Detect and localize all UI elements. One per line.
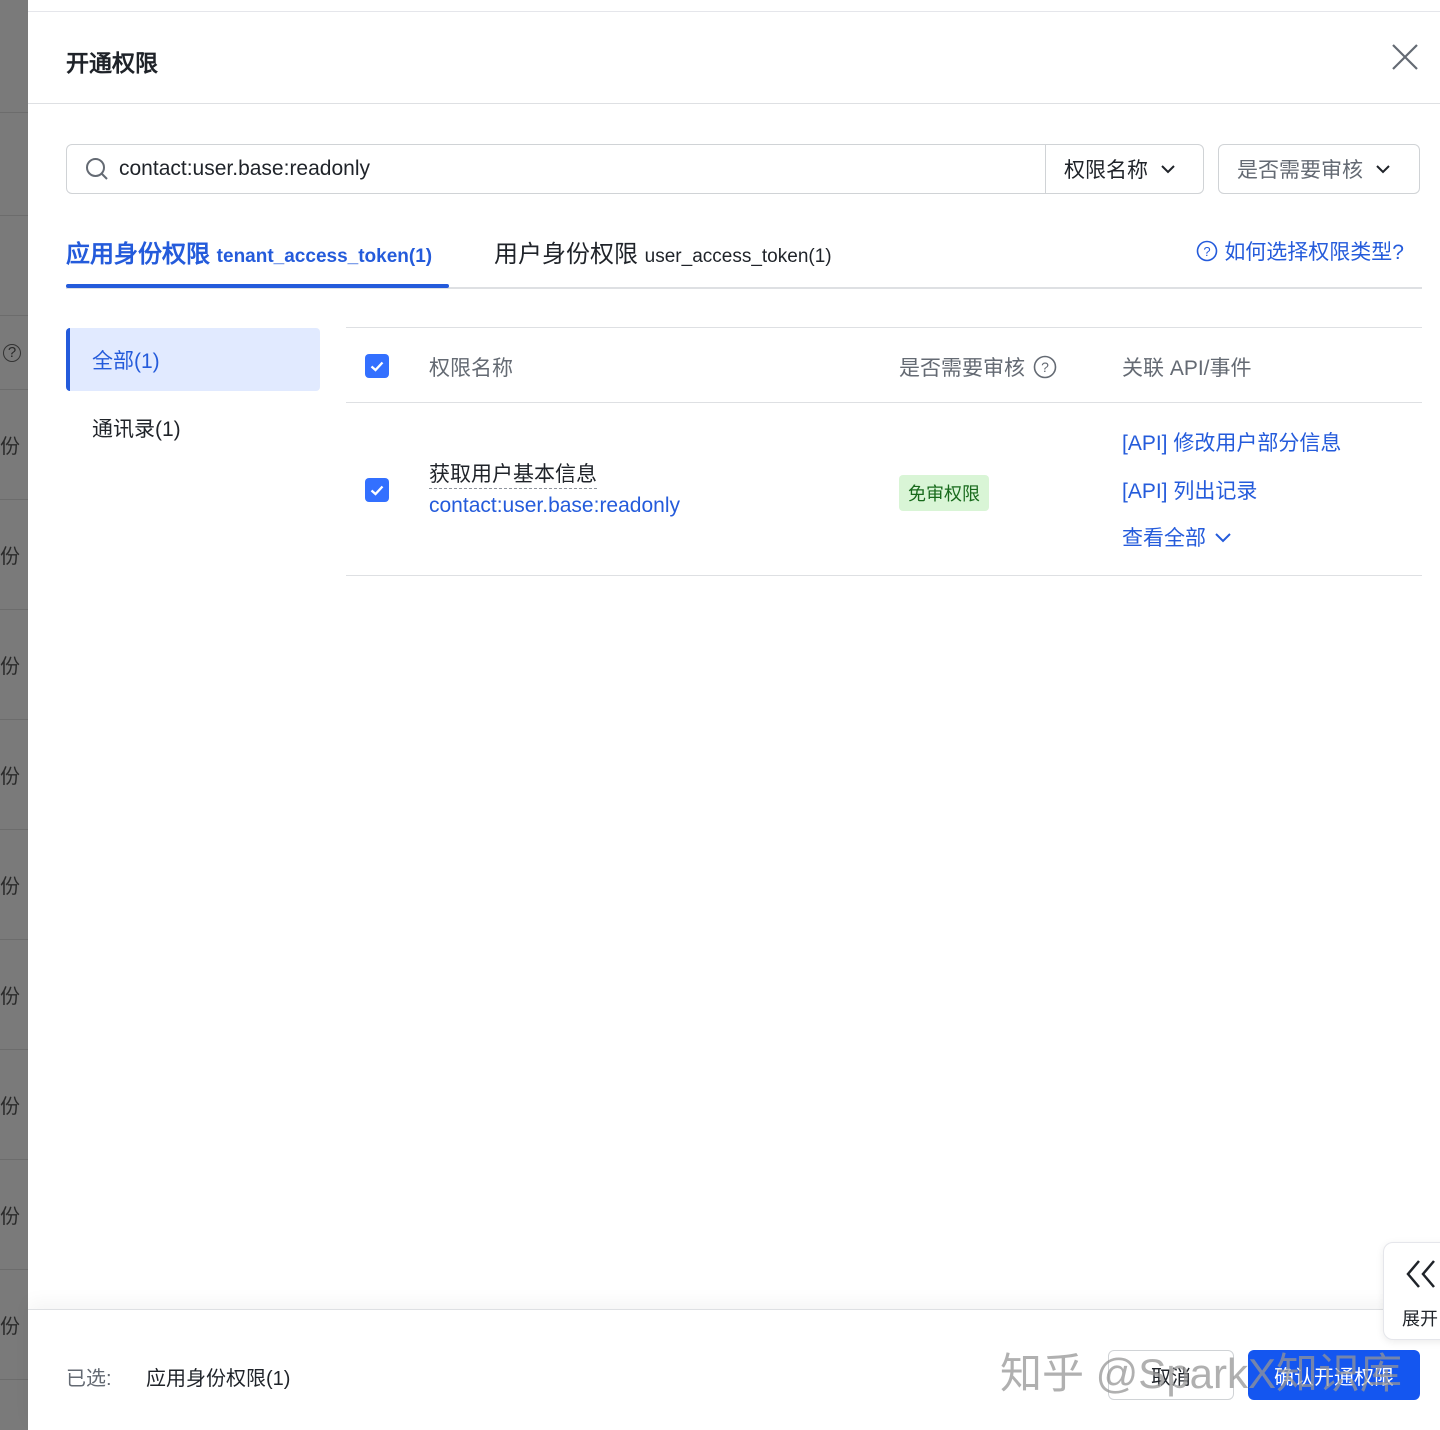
svg-text:?: ?: [1204, 244, 1211, 259]
search-input[interactable]: [119, 146, 1045, 192]
row-text: 份: [0, 656, 20, 678]
background-row: 份: [0, 1050, 28, 1160]
background-row: 份: [0, 830, 28, 940]
sidebar-item-label: 全部(1): [92, 349, 160, 373]
table-row: 获取用户基本信息 contact:user.base:readonly 免审权限…: [346, 403, 1422, 576]
tab-label: 应用身份权限: [66, 241, 210, 268]
view-all-label: 查看全部: [1122, 527, 1206, 550]
help-link[interactable]: ? 如何选择权限类型?: [1196, 236, 1404, 266]
background-row: 份: [0, 610, 28, 720]
view-all-link[interactable]: 查看全部: [1122, 522, 1232, 552]
api-link[interactable]: [API] 修改用户部分信息: [1122, 427, 1341, 457]
permission-type-tabs: 应用身份权限 tenant_access_token(1) 用户身份权限 use…: [66, 234, 1422, 289]
svg-text:?: ?: [1041, 359, 1049, 375]
sidebar-item-contacts[interactable]: 通讯录(1): [66, 396, 320, 459]
cancel-button[interactable]: 取消: [1108, 1350, 1234, 1400]
tab-token: tenant_access_token(1): [216, 246, 433, 267]
search-bar: 权限名称: [66, 144, 1204, 194]
background-row: 份: [0, 1160, 28, 1270]
table-header: 权限名称 是否需要审核 ? 关联 API/事件: [346, 327, 1422, 403]
tab-user-permissions[interactable]: 用户身份权限 user_access_token(1): [494, 234, 832, 269]
api-link[interactable]: [API] 列出记录: [1122, 475, 1257, 505]
tab-tenant-permissions[interactable]: 应用身份权限 tenant_access_token(1): [66, 234, 432, 269]
search-icon: [85, 157, 109, 181]
double-chevron-left-icon: [1406, 1260, 1435, 1288]
column-header-review: 是否需要审核 ?: [899, 352, 1057, 382]
sidebar-item-all[interactable]: 全部(1): [66, 328, 320, 391]
permission-table: 权限名称 是否需要审核 ? 关联 API/事件 获取用户基本信息 contact…: [346, 327, 1422, 576]
permission-scope: contact:user.base:readonly: [429, 494, 680, 517]
background-row: 份: [0, 500, 28, 610]
chevron-down-icon: [1376, 165, 1390, 174]
select-all-checkbox[interactable]: [365, 354, 389, 378]
row-text: 份: [0, 436, 20, 458]
expand-panel-button[interactable]: 展开: [1383, 1242, 1440, 1340]
top-strip: [0, 0, 1440, 12]
help-link-text: 如何选择权限类型?: [1224, 241, 1404, 264]
selected-value: 应用身份权限(1): [146, 1368, 291, 1390]
background-row: 份: [0, 720, 28, 830]
background-row: [0, 13, 28, 113]
row-text: 份: [0, 1316, 20, 1338]
background-row: [0, 216, 28, 316]
background-page: ? 份 份 份 份 份 份 份 份 份: [0, 0, 28, 1430]
row-text: 份: [0, 876, 20, 898]
active-tab-indicator: [66, 284, 449, 288]
row-text: 份: [0, 766, 20, 788]
modal-title: 开通权限: [66, 50, 158, 76]
column-header-label: 是否需要审核: [899, 357, 1025, 380]
modal-footer: 已选: 应用身份权限(1) 取消 确认开通权限: [28, 1309, 1440, 1430]
column-header-name: 权限名称: [429, 357, 513, 380]
row-text: 份: [0, 546, 20, 568]
tab-label: 用户身份权限: [494, 241, 638, 268]
header-divider: [28, 103, 1440, 104]
background-row: [0, 113, 28, 216]
close-icon[interactable]: [1390, 42, 1420, 72]
question-circle-icon[interactable]: ?: [1033, 355, 1057, 379]
permission-name: 获取用户基本信息: [429, 458, 597, 489]
row-text: 份: [0, 1096, 20, 1118]
row-text: 份: [0, 1206, 20, 1228]
chevron-down-icon: [1215, 532, 1231, 542]
review-filter[interactable]: 是否需要审核: [1218, 144, 1420, 194]
background-row: 份: [0, 1270, 28, 1380]
review-status-badge: 免审权限: [899, 475, 989, 511]
confirm-button[interactable]: 确认开通权限: [1248, 1350, 1420, 1400]
filter-label: 是否需要审核: [1237, 159, 1363, 182]
filter-label: 权限名称: [1064, 159, 1148, 182]
background-row: 份: [0, 940, 28, 1050]
column-header-apis: 关联 API/事件: [1122, 357, 1252, 380]
chevron-down-icon: [1161, 165, 1175, 174]
selected-label: 已选:: [66, 1368, 112, 1390]
question-circle-icon: ?: [1197, 240, 1218, 262]
question-circle-icon: ?: [0, 316, 28, 390]
sidebar-item-label: 通讯录(1): [92, 417, 181, 441]
permission-modal: 开通权限 权限名称 是否需要审核 应用身份权限 tenant_access_to…: [28, 12, 1440, 1430]
permission-name-filter[interactable]: 权限名称: [1045, 145, 1203, 193]
background-row: 份: [0, 390, 28, 500]
expand-label: 展开: [1402, 1309, 1438, 1329]
row-checkbox[interactable]: [365, 478, 389, 502]
row-text: 份: [0, 986, 20, 1008]
tab-token: user_access_token(1): [644, 246, 832, 267]
